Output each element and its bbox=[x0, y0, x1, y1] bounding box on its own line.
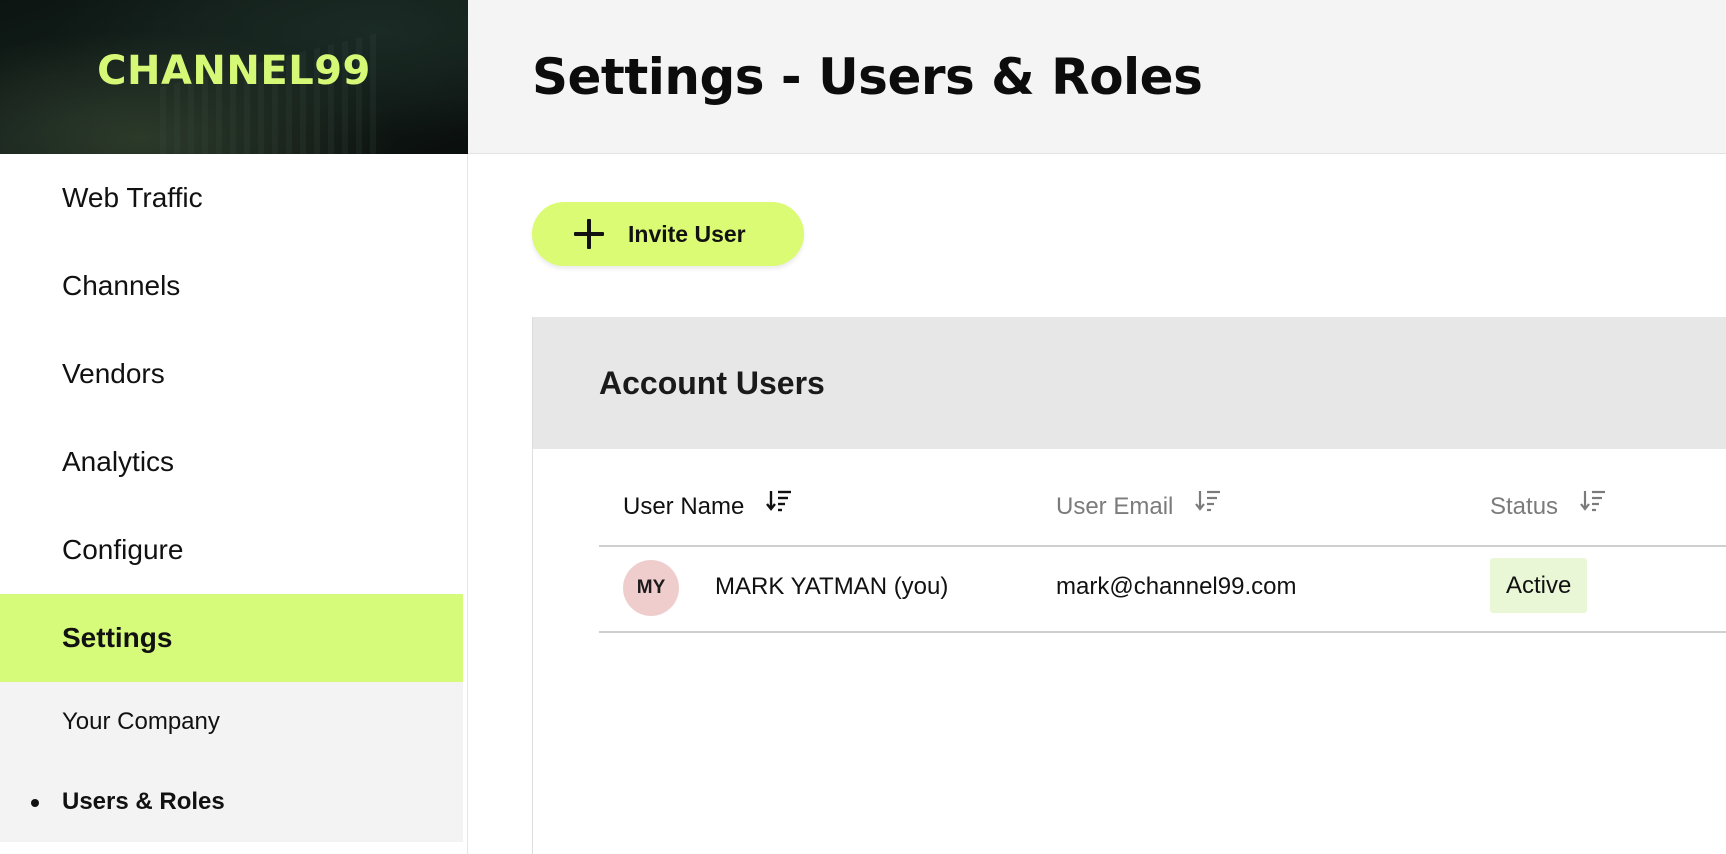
page-title: Settings - Users & Roles bbox=[532, 47, 1203, 106]
user-email-cell: mark@channel99.com bbox=[1056, 573, 1297, 600]
sidebar-item-web-traffic[interactable]: Web Traffic bbox=[0, 154, 467, 242]
column-header-user-name[interactable]: User Name bbox=[623, 490, 792, 521]
subnav-item-users-roles[interactable]: Users & Roles bbox=[0, 762, 463, 842]
sidebar-item-settings[interactable]: Settings bbox=[0, 594, 463, 682]
channel99-logo[interactable]: CHANNEL99 bbox=[0, 48, 468, 94]
subnav-item-label: Your Company bbox=[62, 708, 220, 735]
sidebar-item-channels[interactable]: Channels bbox=[0, 242, 467, 330]
user-name-cell: MARK YATMAN (you) bbox=[715, 573, 949, 600]
main-content: Settings - Users & Roles Invite User Acc… bbox=[468, 0, 1726, 854]
status-badge: Active bbox=[1490, 558, 1588, 613]
sidebar-nav: Web Traffic Channels Vendors Analytics C… bbox=[0, 154, 467, 682]
users-table: User Name User Email Status MY MARK YATM… bbox=[599, 449, 1726, 633]
plus-icon bbox=[574, 219, 604, 249]
page-header: Settings - Users & Roles bbox=[468, 0, 1726, 154]
column-header-label: User Email bbox=[1056, 493, 1174, 520]
settings-subnav: Your Company Users & Roles bbox=[0, 682, 463, 842]
sidebar-item-configure[interactable]: Configure bbox=[0, 506, 467, 594]
sort-descending-icon bbox=[1580, 490, 1606, 512]
brand-header: CHANNEL99 bbox=[0, 0, 468, 154]
sort-descending-icon bbox=[766, 490, 792, 512]
sidebar: CHANNEL99 Web Traffic Channels Vendors A… bbox=[0, 0, 468, 854]
avatar: MY bbox=[623, 560, 679, 616]
invite-user-button[interactable]: Invite User bbox=[532, 202, 804, 266]
column-header-label: User Name bbox=[623, 493, 745, 520]
subnav-item-your-company[interactable]: Your Company bbox=[0, 682, 463, 762]
column-header-label: Status bbox=[1490, 493, 1559, 520]
subnav-item-label: Users & Roles bbox=[62, 788, 225, 815]
sort-descending-icon bbox=[1195, 490, 1221, 512]
column-header-user-email[interactable]: User Email bbox=[1056, 490, 1221, 521]
table-header: User Name User Email Status bbox=[599, 449, 1726, 547]
sidebar-item-analytics[interactable]: Analytics bbox=[0, 418, 467, 506]
card-title: Account Users bbox=[599, 364, 825, 401]
table-row[interactable]: MY MARK YATMAN (you) mark@channel99.com … bbox=[599, 547, 1726, 633]
column-header-status[interactable]: Status bbox=[1490, 490, 1606, 521]
account-users-card: Account Users User Name User Email Statu… bbox=[532, 317, 1726, 854]
app-window: CHANNEL99 Web Traffic Channels Vendors A… bbox=[0, 0, 1726, 854]
card-header: Account Users bbox=[533, 317, 1726, 449]
invite-user-label: Invite User bbox=[628, 220, 746, 247]
sidebar-item-vendors[interactable]: Vendors bbox=[0, 330, 467, 418]
current-bullet-icon bbox=[31, 799, 39, 807]
